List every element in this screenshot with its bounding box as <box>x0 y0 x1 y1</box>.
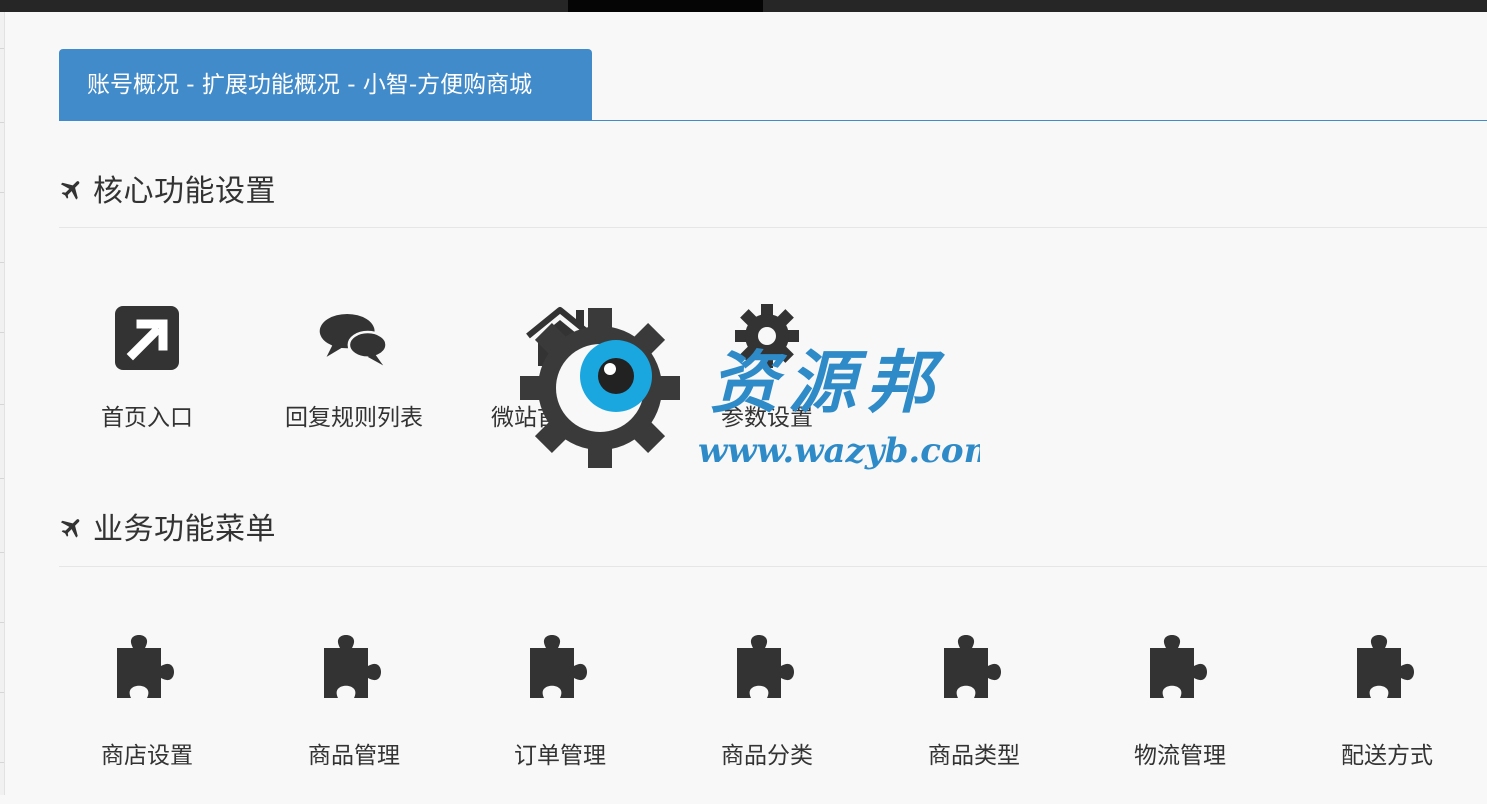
puzzle-icon <box>1150 635 1207 698</box>
top-bar <box>0 0 1487 12</box>
tile-shop-settings-label: 商店设置 <box>101 743 193 769</box>
tile-parameter-settings[interactable]: 参数设置 <box>677 302 857 472</box>
tile-product-category-label: 商品分类 <box>721 743 813 769</box>
section-divider-business <box>59 566 1487 567</box>
plane-icon <box>60 181 80 200</box>
external-link-icon <box>115 306 179 370</box>
puzzle-icon <box>1357 635 1414 698</box>
tile-reply-rules-label: 回复规则列表 <box>285 405 423 431</box>
puzzle-icon <box>737 635 794 698</box>
tab-account-overview[interactable]: 账号概况 - 扩展功能概况 - 小智-方便购商城 <box>59 49 592 121</box>
tile-parameter-settings-label: 参数设置 <box>721 405 813 431</box>
tile-delivery-method-label: 配送方式 <box>1341 743 1433 769</box>
tile-logistics-management-label: 物流管理 <box>1134 743 1226 769</box>
section-title-business: 业务功能菜单 <box>59 510 276 550</box>
tile-reply-rules[interactable]: 回复规则列表 <box>264 302 444 472</box>
section-title-business-label: 业务功能菜单 <box>93 512 276 547</box>
tile-site-home-nav-label: 微站首页导航 <box>491 405 629 431</box>
tile-site-home-nav[interactable]: 微站首页导航 <box>470 302 650 472</box>
section-divider-core <box>59 227 1487 228</box>
tile-home-entry[interactable]: 首页入口 <box>57 302 237 472</box>
section-title-core: 核心功能设置 <box>59 172 276 212</box>
top-bar-dark-segment <box>568 0 763 12</box>
puzzle-icon <box>530 635 587 698</box>
tile-order-management-label: 订单管理 <box>514 743 606 769</box>
tile-shop-settings[interactable]: 商店设置 <box>57 634 237 804</box>
tile-order-management[interactable]: 订单管理 <box>470 634 650 804</box>
section-title-core-label: 核心功能设置 <box>93 174 276 209</box>
gear-icon <box>735 304 799 368</box>
home-icon <box>526 307 594 366</box>
plane-icon <box>60 519 80 538</box>
chat-bubbles-icon <box>319 314 388 366</box>
tile-product-management-label: 商品管理 <box>308 743 400 769</box>
tile-logistics-management[interactable]: 物流管理 <box>1090 634 1270 804</box>
tile-delivery-method[interactable]: 配送方式 <box>1297 634 1477 804</box>
tile-product-type[interactable]: 商品类型 <box>884 634 1064 804</box>
tile-product-type-label: 商品类型 <box>928 743 1020 769</box>
puzzle-icon <box>117 635 174 698</box>
puzzle-icon <box>944 635 1001 698</box>
left-rail <box>0 12 5 795</box>
tile-product-management[interactable]: 商品管理 <box>264 634 444 804</box>
puzzle-icon <box>324 635 381 698</box>
tile-home-entry-label: 首页入口 <box>101 405 193 431</box>
tile-product-category[interactable]: 商品分类 <box>677 634 857 804</box>
